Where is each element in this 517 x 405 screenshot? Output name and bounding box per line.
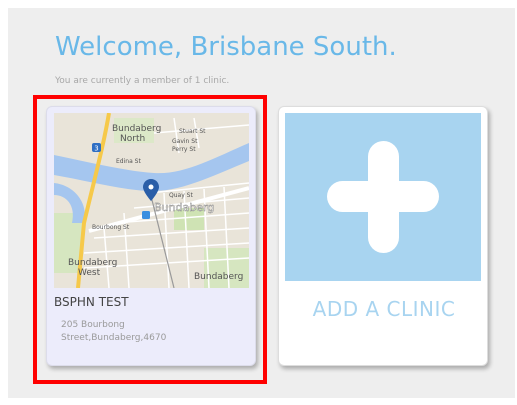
- membership-note: You are currently a member of 1 clinic.: [55, 76, 230, 86]
- add-clinic-label[interactable]: ADD A CLINIC: [279, 297, 489, 321]
- add-clinic-card[interactable]: ADD A CLINIC: [278, 106, 488, 366]
- selection-highlight: [33, 95, 267, 384]
- add-clinic-tile[interactable]: [285, 113, 481, 281]
- plus-icon-horizontal: [327, 181, 439, 212]
- welcome-heading: Welcome, Brisbane South.: [55, 32, 397, 62]
